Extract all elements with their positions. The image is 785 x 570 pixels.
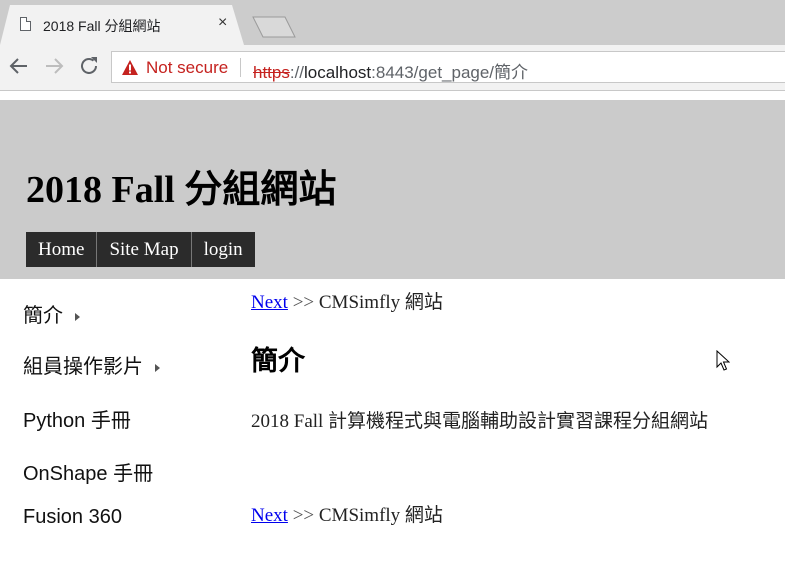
sidebar-item-label: Python 手冊 bbox=[23, 410, 131, 432]
url-host: localhost bbox=[304, 63, 372, 82]
address-bar[interactable]: Not secure https://localhost:8443/get_pa… bbox=[111, 51, 785, 83]
site-header: 2018 Fall 分組網站 Home Site Map login bbox=[0, 100, 785, 279]
mouse-cursor-icon bbox=[716, 350, 730, 371]
browser-toolbar: Not secure https://localhost:8443/get_pa… bbox=[0, 45, 785, 90]
forward-icon[interactable] bbox=[42, 54, 66, 78]
menu-item-login[interactable]: login bbox=[191, 232, 255, 267]
nav-separator: >> bbox=[292, 505, 315, 526]
url-path: :8443/get_page/簡介 bbox=[371, 63, 529, 82]
page-icon bbox=[20, 17, 31, 31]
menu-item-home[interactable]: Home bbox=[26, 232, 98, 267]
site-name-text: CMSimfly 網站 bbox=[318, 292, 443, 313]
tab-title: 2018 Fall 分組網站 bbox=[43, 18, 161, 34]
chevron-right-icon bbox=[155, 363, 160, 372]
site-name-text: CMSimfly 網站 bbox=[318, 505, 443, 526]
sidebar-item-intro[interactable]: 簡介 bbox=[23, 299, 80, 328]
next-link[interactable]: Next bbox=[251, 505, 288, 526]
toolbar-bottom-border bbox=[0, 90, 785, 100]
sidebar-item-videos[interactable]: 組員操作影片 bbox=[23, 350, 160, 379]
menu-item-site-map[interactable]: Site Map bbox=[97, 232, 192, 267]
sidebar-item-fusion[interactable]: Fusion 360 bbox=[23, 506, 122, 529]
sidebar-item-label: Fusion 360 bbox=[23, 506, 122, 528]
reload-icon[interactable] bbox=[77, 54, 101, 78]
close-icon[interactable]: × bbox=[218, 14, 227, 32]
nav-separator: >> bbox=[292, 292, 315, 313]
page-title: 簡介 bbox=[251, 346, 305, 376]
url-scheme: https bbox=[253, 63, 290, 82]
url-text[interactable]: https://localhost:8443/get_page/簡介 bbox=[253, 58, 528, 83]
url-scheme-sep: :// bbox=[289, 63, 305, 82]
page-nav-top: Next >> CMSimfly 網站 bbox=[251, 287, 443, 314]
new-tab-button[interactable] bbox=[252, 16, 296, 38]
back-icon[interactable] bbox=[7, 54, 31, 78]
intro-text: 2018 Fall 計算機程式與電腦輔助設計實習課程分組網站 bbox=[251, 411, 709, 432]
omnibox-divider bbox=[240, 58, 241, 77]
not-secure-label[interactable]: Not secure bbox=[146, 58, 228, 78]
top-menu: Home Site Map login bbox=[26, 232, 255, 267]
sidebar-item-label: 簡介 bbox=[23, 305, 63, 327]
sidebar-item-label: OnShape 手冊 bbox=[23, 463, 154, 485]
site-title: 2018 Fall 分組網站 bbox=[26, 169, 337, 211]
next-link[interactable]: Next bbox=[251, 292, 288, 313]
chevron-right-icon bbox=[75, 312, 80, 321]
page-nav-bottom: Next >> CMSimfly 網站 bbox=[251, 500, 443, 527]
browser-tabstrip: 2018 Fall 分組網站 × bbox=[0, 0, 785, 45]
warning-icon[interactable] bbox=[122, 60, 138, 75]
sidebar-item-onshape[interactable]: OnShape 手冊 bbox=[23, 457, 153, 486]
sidebar-item-python[interactable]: Python 手冊 bbox=[23, 404, 131, 433]
browser-tab[interactable]: 2018 Fall 分組網站 × bbox=[0, 5, 244, 45]
sidebar-item-label: 組員操作影片 bbox=[23, 356, 143, 378]
